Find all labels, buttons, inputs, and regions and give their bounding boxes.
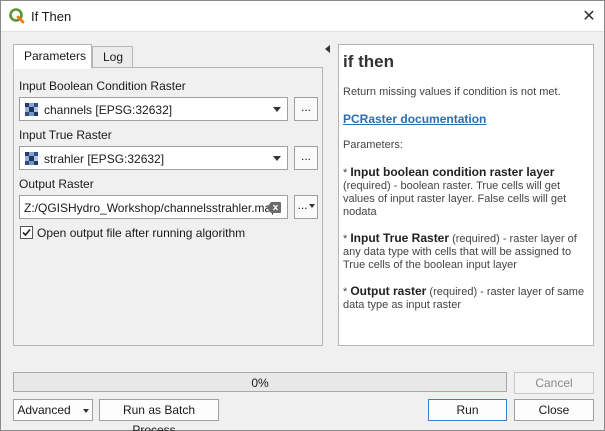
close-button[interactable]: Close [514, 399, 594, 421]
cond-raster-value: channels [EPSG:32632] [44, 103, 173, 117]
cancel-button[interactable]: Cancel [514, 372, 594, 394]
chevron-down-icon [273, 156, 281, 161]
open-output-checkbox[interactable] [20, 226, 33, 239]
true-raster-browse-button[interactable]: ... [294, 146, 318, 170]
chevron-down-icon [273, 107, 281, 112]
cond-raster-browse-button[interactable]: ... [294, 97, 318, 121]
help-summary: Return missing values if condition is no… [343, 86, 561, 98]
run-button[interactable]: Run [428, 399, 507, 421]
title-bar[interactable]: If Then ✕ [1, 1, 604, 32]
help-param-1-name: Input boolean condition raster layer [350, 165, 555, 179]
output-raster-browse-button[interactable]: ... [294, 195, 318, 219]
chevron-down-icon [82, 408, 89, 413]
dialog-window: If Then ✕ Parameters Log Input Boolean C… [0, 0, 605, 431]
cond-raster-combo[interactable]: channels [EPSG:32632] [19, 97, 288, 121]
help-param-2-name: Input True Raster [350, 231, 450, 245]
checkmark-icon [22, 228, 31, 237]
output-raster-label: Output Raster [19, 177, 94, 191]
output-browse-label: ... [297, 198, 308, 212]
clear-input-icon[interactable] [267, 202, 281, 213]
advanced-label: Advanced [17, 403, 71, 417]
output-raster-value: Z:/QGISHydro_Workshop/channelsstrahler.m… [24, 201, 278, 215]
window-title: If Then [31, 9, 72, 24]
progress-text: 0% [251, 376, 269, 390]
true-raster-value: strahler [EPSG:32632] [44, 152, 165, 166]
cond-raster-label: Input Boolean Condition Raster [19, 79, 186, 93]
output-raster-input[interactable]: Z:/QGISHydro_Workshop/channelsstrahler.m… [19, 195, 288, 219]
progress-bar: 0% [13, 372, 507, 392]
collapse-help-icon[interactable] [325, 45, 330, 53]
help-params-heading: Parameters: [343, 139, 403, 151]
help-bullet: * [343, 167, 348, 179]
advanced-button[interactable]: Advanced [13, 399, 93, 421]
help-param-3-name: Output raster [350, 284, 427, 298]
tab-parameters[interactable]: Parameters [13, 44, 92, 69]
help-bullet: * [343, 233, 348, 245]
parameters-panel: Input Boolean Condition Raster channels … [13, 67, 323, 346]
help-bullet: * [343, 286, 348, 298]
help-title: if then [343, 52, 394, 71]
help-panel: if then Return missing values if conditi… [338, 44, 594, 346]
pcraster-doc-link[interactable]: PCRaster documentation [343, 112, 589, 126]
raster-layer-icon [25, 103, 38, 116]
qgis-logo-icon [9, 8, 25, 24]
help-param-1-desc: (required) - boolean raster. True cells … [343, 180, 567, 218]
help-param-2: * Input True Raster (required) - raster … [343, 232, 589, 272]
true-raster-label: Input True Raster [19, 128, 112, 142]
open-output-label[interactable]: Open output file after running algorithm [37, 226, 245, 240]
true-raster-combo[interactable]: strahler [EPSG:32632] [19, 146, 288, 170]
help-param-1: * Input boolean condition raster layer (… [343, 166, 589, 219]
tab-log[interactable]: Log [92, 46, 133, 68]
raster-layer-icon [25, 152, 38, 165]
close-window-icon[interactable]: ✕ [579, 7, 599, 27]
chevron-down-icon [308, 203, 315, 208]
run-as-batch-button[interactable]: Run as Batch Process... [99, 399, 219, 431]
help-param-3: * Output raster (required) - raster laye… [343, 285, 589, 312]
